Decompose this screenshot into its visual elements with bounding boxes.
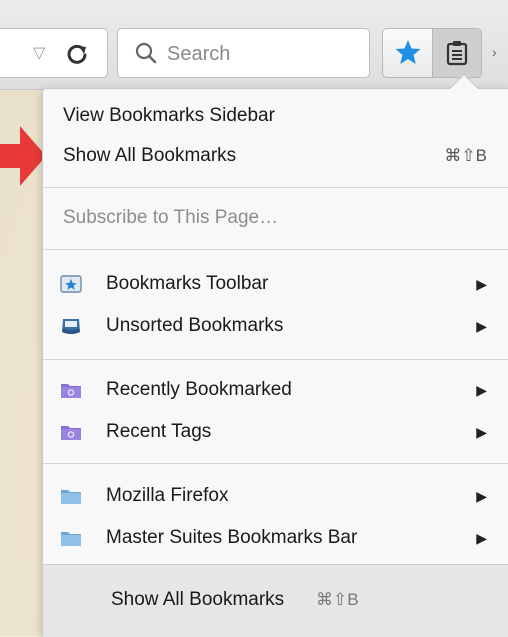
url-bar[interactable]: ▽ [0,28,108,78]
footer-shortcut-label: ⌘⇧B [316,590,359,609]
browser-toolbar: ▽ Search › [0,0,508,90]
submenu-arrow-icon: ▶ [476,530,487,546]
menu-separator [43,249,508,250]
unsorted-bookmarks-icon [62,319,80,334]
bookmarks-toolbar-icon [60,275,82,293]
submenu-arrow-icon: ▶ [476,488,487,504]
menu-separator [43,187,508,188]
menu-item-label: Subscribe to This Page… [63,207,279,228]
view-bookmarks-sidebar-item[interactable]: View Bookmarks Sidebar [43,95,508,137]
folder-icon [61,490,81,504]
star-icon [395,40,421,64]
smart-folder-icon [61,384,81,398]
subscribe-page-item: Subscribe to This Page… [43,197,508,239]
submenu-arrow-icon: ▶ [476,382,487,398]
menu-separator [43,463,508,464]
history-dropmarker-icon[interactable]: ▽ [33,45,45,63]
search-placeholder: Search [167,43,231,65]
menu-item-label: Mozilla Firefox [106,485,229,506]
menu-item-label: Unsorted Bookmarks [106,315,284,336]
menu-separator [43,359,508,360]
show-all-bookmarks-item[interactable]: Show All Bookmarks ⌘⇧B [43,135,508,177]
red-pointer-arrow-icon [0,126,46,186]
submenu-arrow-icon: ▶ [476,424,487,440]
bookmark-button-group [382,28,482,78]
bookmarks-toolbar-item[interactable]: Bookmarks Toolbar ▶ [43,263,508,305]
menu-item-label: Master Suites Bookmarks Bar [106,527,358,548]
submenu-arrow-icon: ▶ [476,318,487,334]
recent-tags-item[interactable]: Recent Tags ▶ [43,411,508,453]
smart-folder-icon [61,426,81,440]
reload-icon [67,44,87,64]
bookmarks-menu-icon [446,41,468,66]
menu-item-label: Show All Bookmarks [63,145,237,166]
menu-item-label: View Bookmarks Sidebar [63,105,275,126]
recently-bookmarked-item[interactable]: Recently Bookmarked ▶ [43,369,508,411]
reload-button[interactable] [60,37,94,71]
submenu-arrow-icon: ▶ [476,276,487,292]
bookmark-star-button[interactable] [383,29,433,77]
folder-icon [61,532,81,546]
menu-item-label: Recently Bookmarked [106,379,292,400]
menu-item-label: Recent Tags [106,421,212,442]
shortcut-label: ⌘⇧B [444,146,487,165]
mozilla-firefox-folder-item[interactable]: Mozilla Firefox ▶ [43,475,508,517]
footer-label: Show All Bookmarks [111,589,285,610]
bookmarks-menu-panel: View Bookmarks Sidebar Show All Bookmark… [42,73,508,637]
overflow-chevron-icon[interactable]: › [492,44,497,60]
show-all-bookmarks-footer-button[interactable]: Show All Bookmarks ⌘⇧B [43,564,508,637]
master-suites-folder-item[interactable]: Master Suites Bookmarks Bar ▶ [43,517,508,559]
search-icon [135,42,157,64]
unsorted-bookmarks-item[interactable]: Unsorted Bookmarks ▶ [43,305,508,347]
search-field[interactable]: Search [117,28,370,78]
bookmarks-menu-button[interactable] [433,29,481,77]
menu-item-label: Bookmarks Toolbar [106,273,269,294]
